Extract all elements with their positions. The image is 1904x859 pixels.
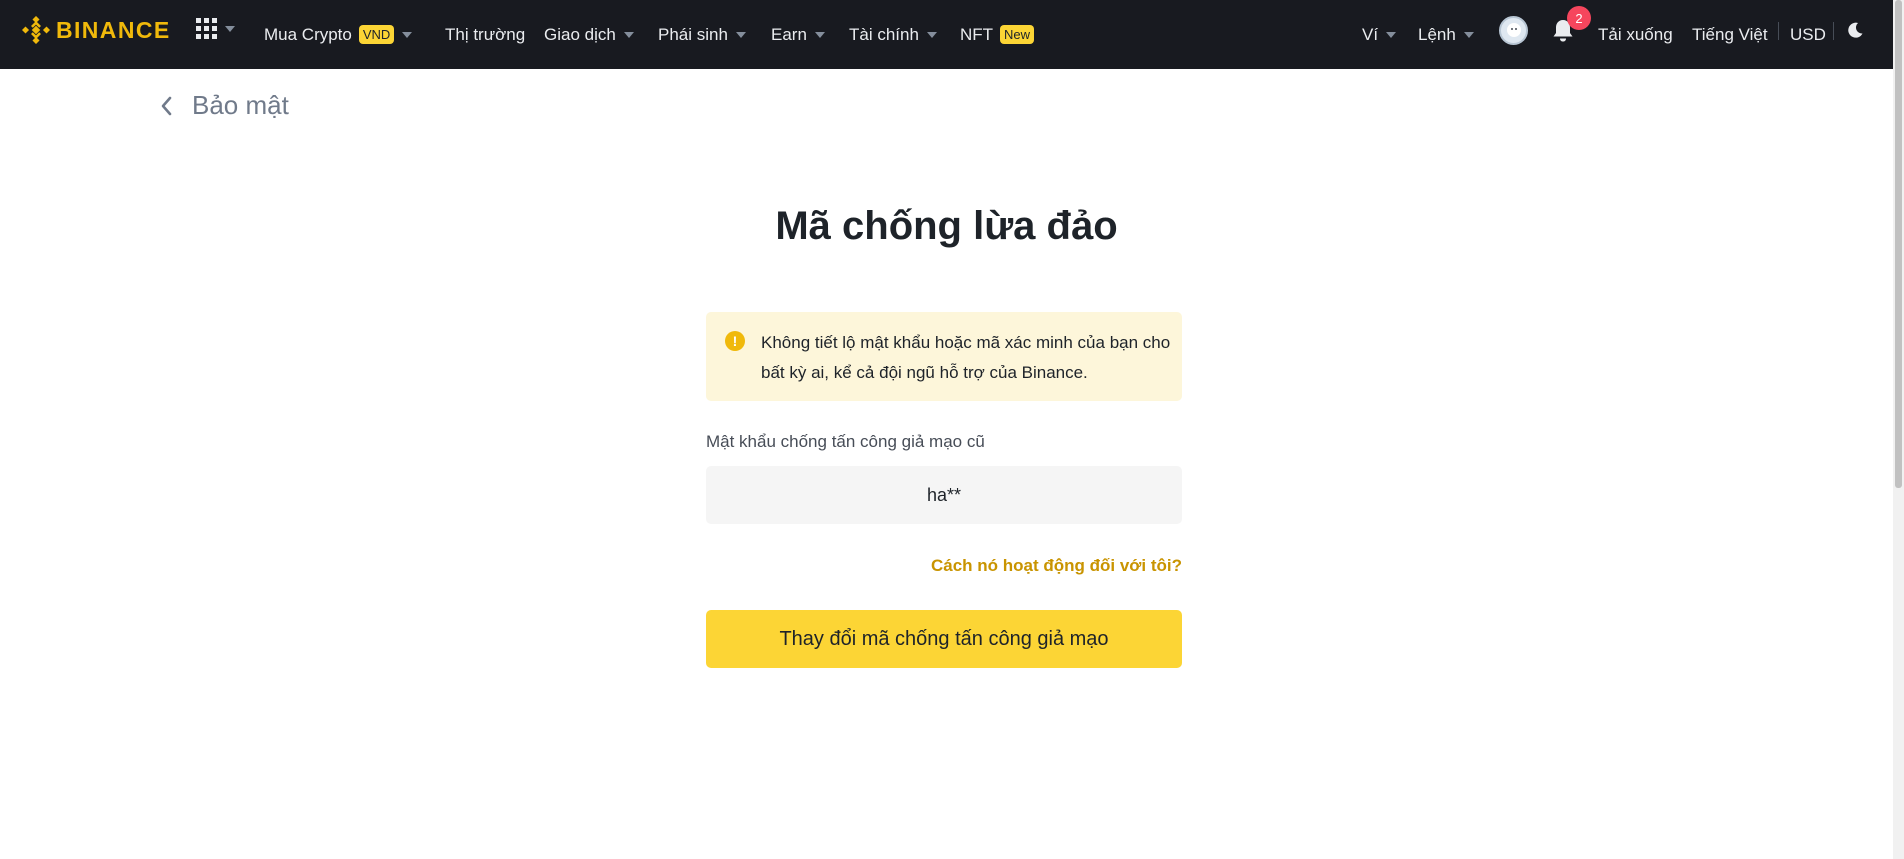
wallet-label: Ví xyxy=(1362,24,1379,44)
nav-item-label: Giao dịch xyxy=(544,24,616,44)
chevron-down-icon xyxy=(926,31,937,38)
nav-item-label: Tài chính xyxy=(849,24,919,44)
page-title: Mã chống lừa đảo xyxy=(775,204,1118,248)
security-warning-banner: ! Không tiết lộ mật khẩu hoặc mã xác min… xyxy=(706,312,1182,401)
language-label: Tiếng Việt xyxy=(1692,24,1768,44)
nav-item-trade[interactable]: Giao dịch xyxy=(544,0,634,69)
chevron-down-icon xyxy=(735,31,746,38)
currency-selector[interactable]: USD xyxy=(1790,0,1826,69)
chevron-left-icon xyxy=(161,96,172,115)
orders-label: Lệnh xyxy=(1418,24,1456,44)
currency-badge: VND xyxy=(358,25,395,44)
chevron-down-icon xyxy=(402,31,413,38)
nav-item-earn[interactable]: Earn xyxy=(771,0,825,69)
nav-item-nft[interactable]: NFT New xyxy=(960,0,1035,69)
brand-name: BINANCE xyxy=(56,16,171,43)
dark-mode-moon-icon[interactable] xyxy=(1845,20,1865,40)
change-anti-phishing-code-button[interactable]: Thay đổi mã chống tấn công giả mạo xyxy=(706,610,1182,668)
nav-item-finance[interactable]: Tài chính xyxy=(849,0,937,69)
page-scrollbar[interactable] xyxy=(1893,0,1904,859)
old-code-label: Mật khẩu chống tấn công giả mạo cũ xyxy=(706,432,985,451)
exclamation-icon: ! xyxy=(725,331,745,351)
divider xyxy=(1833,22,1834,40)
orders-menu[interactable]: Lệnh xyxy=(1418,0,1474,69)
language-selector[interactable]: Tiếng Việt xyxy=(1692,0,1768,69)
binance-diamond-icon xyxy=(22,16,50,44)
nav-item-label: NFT xyxy=(960,24,994,44)
warning-text: Không tiết lộ mật khẩu hoặc mã xác minh … xyxy=(761,333,1171,382)
download-link[interactable]: Tải xuống xyxy=(1598,0,1673,69)
nav-item-buy-crypto[interactable]: Mua Crypto VND xyxy=(264,0,413,69)
divider xyxy=(1778,22,1779,40)
chevron-down-icon xyxy=(623,31,634,38)
scrollbar-thumb[interactable] xyxy=(1895,0,1902,488)
user-avatar-icon xyxy=(1506,22,1521,37)
currency-label: USD xyxy=(1790,24,1826,44)
download-label: Tải xuống xyxy=(1598,24,1673,44)
chevron-down-icon xyxy=(225,25,235,32)
back-to-security-link[interactable]: Bảo mật xyxy=(156,90,289,121)
how-it-works-link[interactable]: Cách nó hoạt động đối với tôi? xyxy=(931,556,1182,576)
chevron-down-icon xyxy=(1463,31,1474,38)
chevron-down-icon xyxy=(1386,31,1397,38)
top-navigation-bar: BINANCE Mua Crypto VND Thị trường Giao d… xyxy=(0,0,1893,69)
grid-icon xyxy=(196,18,217,39)
nav-item-label: Mua Crypto xyxy=(264,24,352,44)
nav-item-label: Thị trường xyxy=(445,24,526,44)
breadcrumb-label: Bảo mật xyxy=(192,90,289,120)
chevron-down-icon xyxy=(814,31,825,38)
nav-item-label: Earn xyxy=(771,24,807,44)
user-avatar[interactable] xyxy=(1499,16,1528,45)
wallet-menu[interactable]: Ví xyxy=(1362,0,1397,69)
notification-count-badge: 2 xyxy=(1567,6,1591,30)
nav-item-markets[interactable]: Thị trường xyxy=(445,0,525,69)
binance-logo[interactable]: BINANCE xyxy=(22,16,171,44)
nav-item-derivatives[interactable]: Phái sinh xyxy=(658,0,746,69)
new-badge: New xyxy=(1000,25,1035,44)
nav-item-label: Phái sinh xyxy=(658,24,728,44)
apps-menu-button[interactable] xyxy=(196,18,235,39)
old-anti-phishing-code-field: ha** xyxy=(706,466,1182,524)
